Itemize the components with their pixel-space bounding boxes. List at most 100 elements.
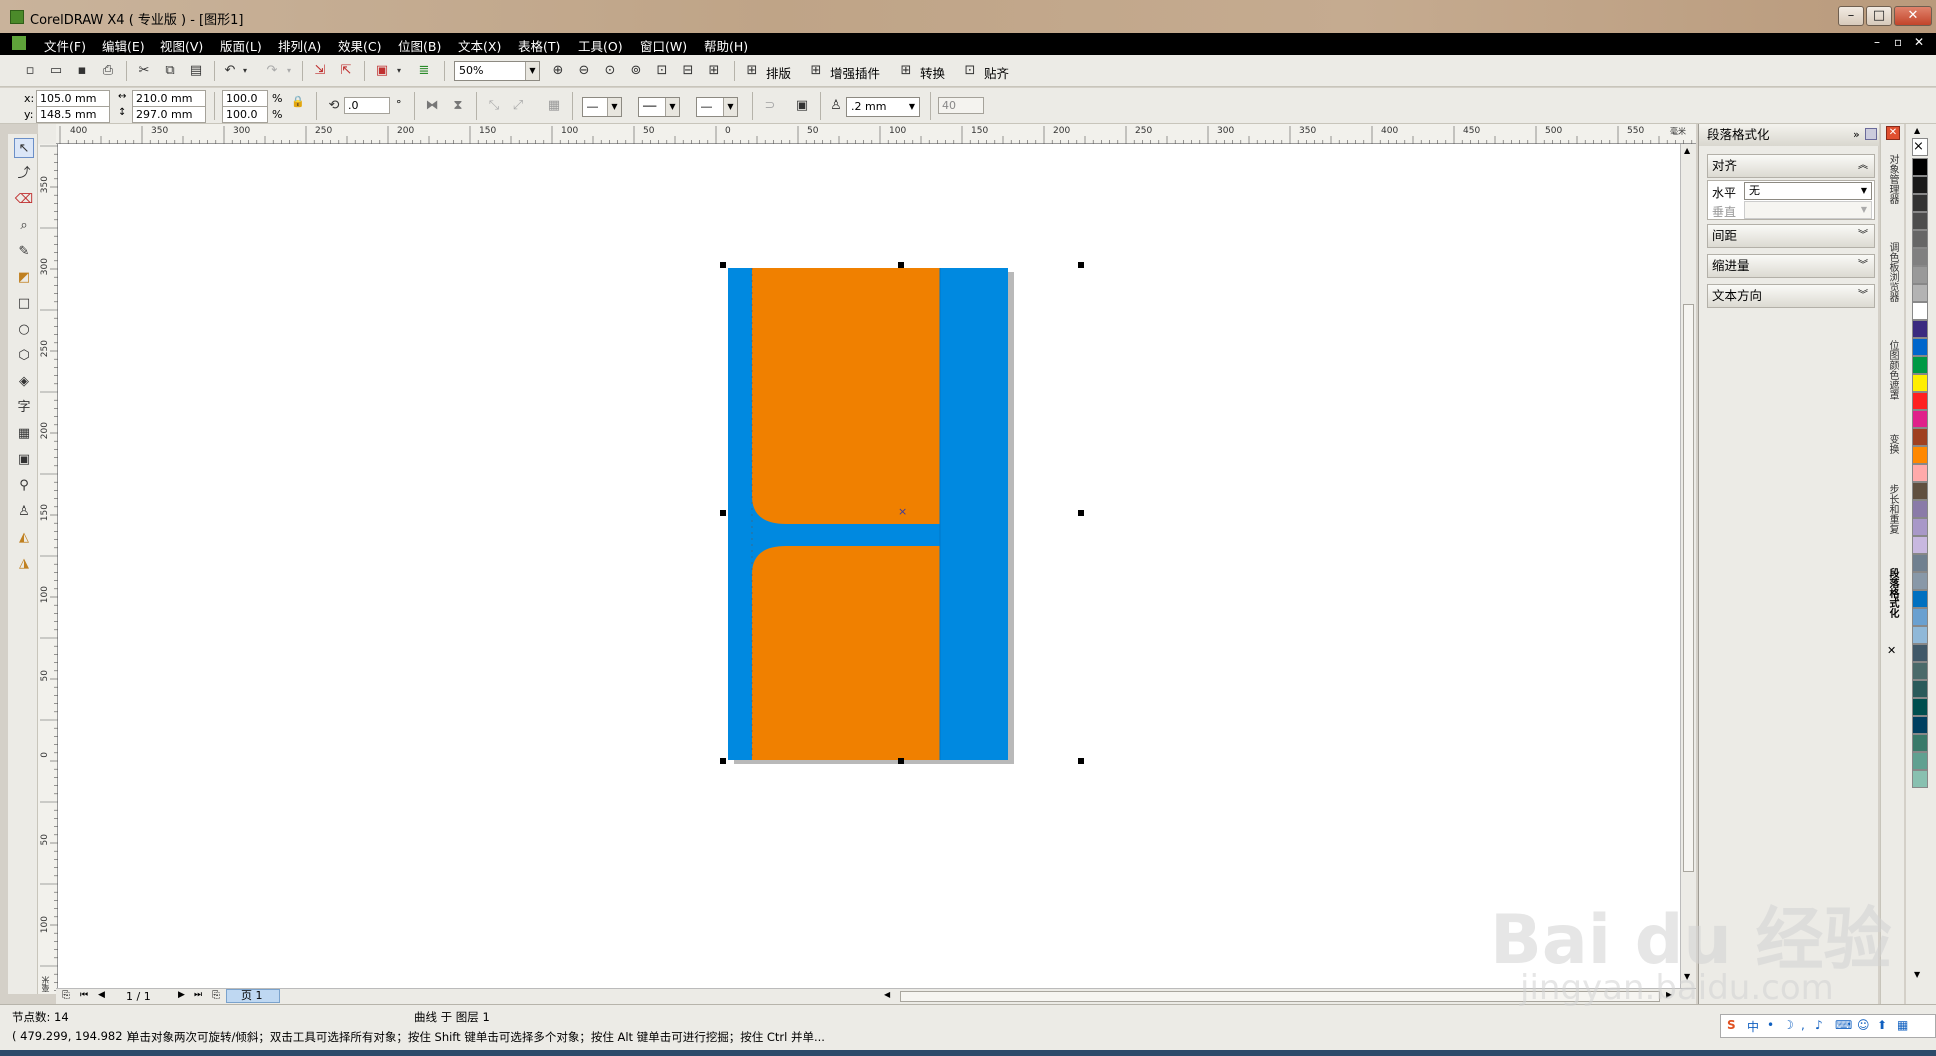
menu-table[interactable]: 表格(T) [518, 36, 560, 55]
color-swatch[interactable] [1912, 572, 1928, 590]
interactive-blend-tool-icon[interactable]: ▣ [14, 450, 34, 470]
height-field[interactable]: 297.0 mm [132, 106, 206, 123]
palette-up-icon[interactable]: ▲ [1914, 126, 1920, 135]
start-arrow-select[interactable]: ― ▼ [582, 97, 622, 117]
page-tab[interactable]: 页 1 [226, 989, 280, 1003]
polygon-tool-icon[interactable]: ⬡ [14, 346, 34, 366]
keyboard-icon[interactable]: ⌨ [1835, 1018, 1852, 1032]
color-swatch[interactable] [1912, 518, 1928, 536]
menu-layout[interactable]: 版面(L) [220, 36, 262, 55]
save-icon[interactable]: ▪ [72, 61, 92, 81]
color-swatch[interactable] [1912, 392, 1928, 410]
selection-handle[interactable] [1078, 262, 1084, 268]
add-page-before-icon[interactable]: ⎘ [62, 990, 70, 1001]
scale-x-field[interactable]: 100.0 [222, 90, 268, 107]
rotation-angle-field[interactable]: .0 [344, 97, 390, 114]
close-button[interactable]: ✕ [1894, 6, 1932, 26]
text-direction-section-header[interactable]: 文本方向 ︾ [1707, 284, 1875, 308]
selection-handle[interactable] [1078, 758, 1084, 764]
next-page-icon[interactable]: ▶ [178, 990, 185, 1000]
zoom-width-icon[interactable]: ⊟ [678, 61, 698, 81]
menu-effects[interactable]: 效果(C) [338, 36, 381, 55]
docker-tab-step-repeat[interactable]: 步长和重复 [1885, 484, 1900, 534]
paste-icon[interactable]: ▤ [186, 61, 206, 81]
previous-page-icon[interactable]: ◀ [98, 990, 105, 1000]
zoom-out-icon[interactable]: ⊖ [574, 61, 594, 81]
doc-restore-button[interactable]: ▫ [1894, 35, 1902, 49]
ruler-corner[interactable] [38, 124, 56, 144]
shape-tool-icon[interactable]: ⤴ [14, 164, 34, 184]
ime-toolbar[interactable]: S 中 • ☽ , ♪ ⌨ ☺ ⬆ ▦ [1720, 1014, 1936, 1038]
ime-mode[interactable]: 中 [1747, 1018, 1759, 1035]
open-folder-icon[interactable]: ▭ [46, 61, 66, 81]
no-color-swatch[interactable]: ⨯ [1912, 138, 1928, 156]
color-swatch[interactable] [1912, 500, 1928, 518]
width-field[interactable]: 210.0 mm [132, 90, 206, 107]
docker-close-icon[interactable]: ✕ [1886, 126, 1900, 140]
first-page-icon[interactable]: ⏮ [80, 990, 88, 1000]
doc-minimize-button[interactable]: – [1874, 35, 1880, 49]
mirror-vertical-icon[interactable]: ⧗ [448, 96, 468, 116]
zoom-all-icon[interactable]: ⊚ [626, 61, 646, 81]
zoom-level-select[interactable]: 50% ▼ [454, 61, 540, 81]
color-swatch[interactable] [1912, 446, 1928, 464]
wrap-text-icon[interactable]: ▦ [544, 96, 564, 116]
add-page-after-icon[interactable]: ⎘ [212, 990, 220, 1001]
x-position-field[interactable]: 105.0 mm [36, 90, 110, 107]
freehand-tool-icon[interactable]: ✎ [14, 242, 34, 262]
doc-close-button[interactable]: ✕ [1914, 35, 1924, 49]
menu-tools[interactable]: 工具(O) [578, 36, 623, 55]
layout-plugin-icon[interactable]: ⊞ [742, 61, 762, 81]
lock-ratio-icon[interactable]: 🔒 [288, 92, 308, 112]
menu-arrange[interactable]: 排列(A) [278, 36, 321, 55]
ellipse-tool-icon[interactable]: ○ [14, 320, 34, 340]
color-swatch[interactable] [1912, 752, 1928, 770]
color-swatch[interactable] [1912, 464, 1928, 482]
docker-tab-object-manager[interactable]: 对象管理器 [1885, 154, 1900, 204]
drawing-canvas[interactable]: × [58, 144, 1686, 990]
smart-fill-tool-icon[interactable]: ◩ [14, 268, 34, 288]
menu-edit[interactable]: 编辑(E) [102, 36, 145, 55]
enhance-plugin-button[interactable]: 增强插件 [830, 63, 880, 82]
color-swatch[interactable] [1912, 428, 1928, 446]
toolbox-icon[interactable]: ▦ [1897, 1018, 1908, 1032]
docker-minimize-icon[interactable] [1865, 128, 1877, 140]
vertical-scroll-thumb[interactable] [1683, 304, 1694, 872]
zoom-in-icon[interactable]: ⊕ [548, 61, 568, 81]
color-swatch[interactable] [1912, 248, 1928, 266]
color-swatch[interactable] [1912, 320, 1928, 338]
text-wrap-icon[interactable]: ▣ [792, 96, 812, 116]
rectangle-tool-icon[interactable]: □ [14, 294, 34, 314]
vertical-ruler[interactable]: 350 300 250 200 150 100 50 0 50 100 毫米 [38, 144, 58, 994]
menu-text[interactable]: 文本(X) [458, 36, 501, 55]
color-swatch[interactable] [1912, 716, 1928, 734]
menu-view[interactable]: 视图(V) [160, 36, 203, 55]
menu-help[interactable]: 帮助(H) [704, 36, 748, 55]
docker-tab-palette-browser[interactable]: 调色板浏览器 [1885, 242, 1900, 302]
color-swatch[interactable] [1912, 590, 1928, 608]
color-swatch[interactable] [1912, 302, 1928, 320]
color-swatch[interactable] [1912, 626, 1928, 644]
color-swatch[interactable] [1912, 266, 1928, 284]
redo-icon[interactable]: ↷ [262, 61, 282, 81]
combine-icon[interactable]: ⤢ [508, 96, 528, 116]
redo-dropdown-icon[interactable]: ▾ [284, 61, 294, 81]
close-curve-icon[interactable]: ⊃ [760, 96, 780, 116]
scroll-up-icon[interactable]: ▲ [1684, 146, 1690, 155]
color-swatch[interactable] [1912, 230, 1928, 248]
skin-icon[interactable]: ⬆ [1877, 1018, 1887, 1032]
indent-section-header[interactable]: 缩进量 ︾ [1707, 254, 1875, 278]
copy-icon[interactable]: ⧉ [160, 61, 180, 81]
selection-handle[interactable] [1078, 510, 1084, 516]
last-page-icon[interactable]: ⏭ [194, 990, 202, 1000]
selection-handle[interactable] [720, 758, 726, 764]
pick-tool-icon[interactable]: ↖ [14, 138, 34, 158]
docker-tab-close-icon[interactable]: ✕ [1887, 644, 1896, 657]
end-arrow-select[interactable]: ― ▼ [696, 97, 738, 117]
smudge-tool-icon[interactable]: ⌫ [14, 190, 34, 210]
minimize-button[interactable]: – [1838, 6, 1864, 26]
align-section-header[interactable]: 对齐 ︽ [1707, 154, 1875, 178]
zoom-page-icon[interactable]: ⊡ [652, 61, 672, 81]
interactive-fill-tool-icon[interactable]: ◮ [14, 554, 34, 574]
zoom-selected-icon[interactable]: ⊙ [600, 61, 620, 81]
